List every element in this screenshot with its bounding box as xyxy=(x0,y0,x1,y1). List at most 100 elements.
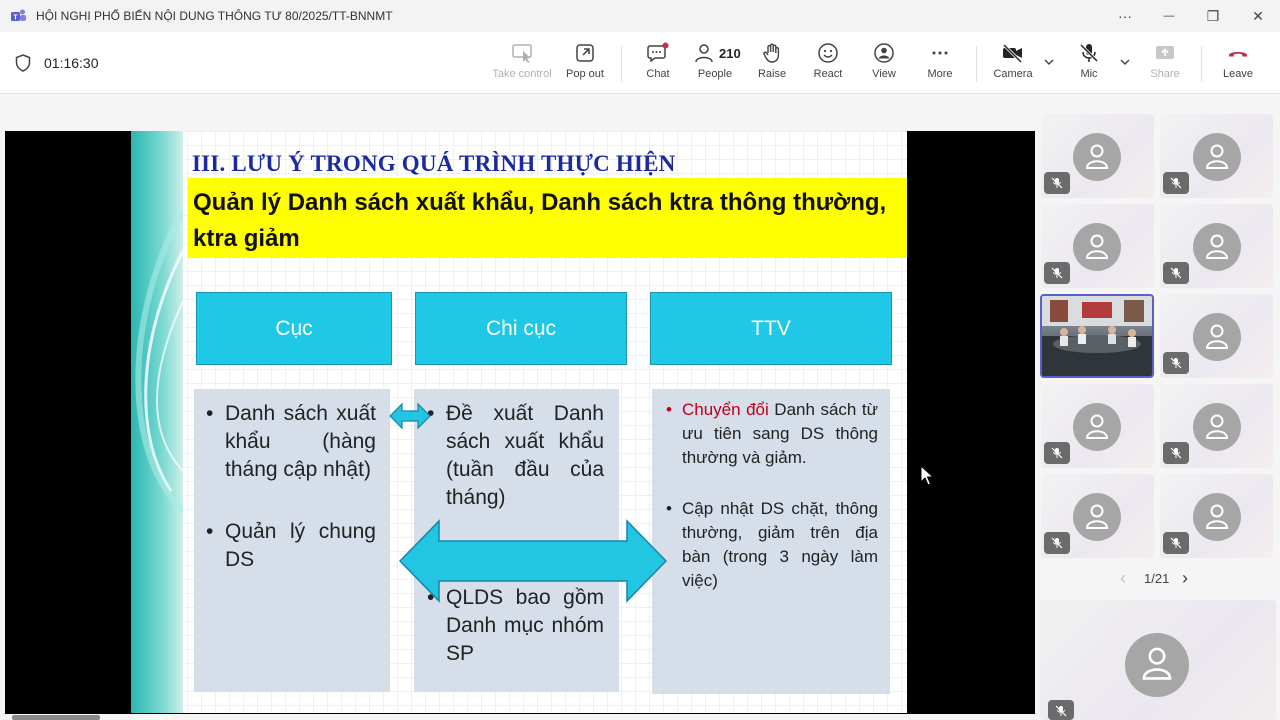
avatar xyxy=(1073,223,1121,271)
meeting-room-video xyxy=(1042,296,1152,376)
ttv-bullet-1-highlight: Chuyển đổi xyxy=(682,400,769,419)
restore-button[interactable]: ❐ xyxy=(1198,6,1228,26)
share-icon xyxy=(1156,46,1174,59)
person-icon xyxy=(1205,504,1229,529)
gallery-pager: ‹ 1/21 › xyxy=(1120,568,1200,590)
muted-mic-badge xyxy=(1163,262,1189,284)
ttv-bullet-1: • Chuyển đổi Danh sách từ ưu tiên sang D… xyxy=(666,400,878,467)
muted-mic-badge xyxy=(1048,700,1074,720)
person-icon xyxy=(1085,504,1109,529)
close-button[interactable]: ✕ xyxy=(1243,6,1273,26)
smiley-icon xyxy=(818,43,838,63)
small-double-arrow-icon xyxy=(389,402,431,430)
window-title: HỘI NGHỊ PHỔ BIẾN NỘI DUNG THÔNG TƯ 80/2… xyxy=(36,9,393,23)
chi-cuc-bullet-1: • Đề xuất Danh sách xuất khẩu (tuần đầu … xyxy=(427,402,604,509)
muted-mic-badge xyxy=(1044,262,1070,284)
participant-tile[interactable] xyxy=(1160,384,1273,468)
mic-off-icon xyxy=(1170,357,1182,369)
mic-button[interactable]: Mic xyxy=(1059,42,1119,88)
react-button[interactable]: React xyxy=(798,42,858,88)
share-button[interactable]: Share xyxy=(1135,42,1195,88)
gallery-next-button[interactable]: › xyxy=(1182,568,1188,588)
more-button[interactable]: More xyxy=(910,42,970,88)
avatar xyxy=(1073,133,1121,181)
camera-options-chevron-icon[interactable] xyxy=(1043,56,1055,68)
mic-off-icon xyxy=(1055,705,1067,717)
more-icon xyxy=(932,51,948,55)
mic-off-icon xyxy=(1170,177,1182,189)
mic-off-icon xyxy=(1170,537,1182,549)
mic-off-icon xyxy=(1170,267,1182,279)
participant-tile[interactable] xyxy=(1160,294,1273,378)
pop-out-button[interactable]: Pop out xyxy=(555,42,615,88)
minimize-button[interactable]: — xyxy=(1154,6,1184,26)
slide-subtitle: Quản lý Danh sách xuất khẩu, Danh sách k… xyxy=(193,189,887,252)
person-icon xyxy=(1205,234,1229,259)
leave-button[interactable]: Leave xyxy=(1208,42,1268,88)
camera-button[interactable]: Camera xyxy=(983,42,1043,88)
people-icon xyxy=(695,44,713,63)
person-icon xyxy=(1205,324,1229,349)
mouse-pointer-icon xyxy=(920,465,934,486)
ttv-bullet-2: • Cập nhật DS chặt, thông thường, giảm t… xyxy=(666,499,878,590)
person-icon xyxy=(1085,234,1109,259)
participant-tile[interactable] xyxy=(1041,114,1154,198)
person-icon xyxy=(1205,414,1229,439)
meeting-timer: 01:16:30 xyxy=(44,55,99,71)
bullet-dot: • xyxy=(666,400,672,419)
mic-options-chevron-icon[interactable] xyxy=(1119,56,1131,68)
avatar xyxy=(1193,493,1241,541)
avatar xyxy=(1193,403,1241,451)
hang-up-icon xyxy=(1229,52,1247,57)
avatar xyxy=(1073,403,1121,451)
column-header-cuc: Cục xyxy=(196,292,392,365)
participant-tile[interactable] xyxy=(1041,204,1154,288)
raise-hand-button[interactable]: Raise xyxy=(742,42,802,88)
avatar xyxy=(1193,133,1241,181)
person-icon xyxy=(1085,414,1109,439)
person-icon xyxy=(1085,144,1109,169)
mic-off-icon xyxy=(1051,447,1063,459)
participant-video-tile[interactable] xyxy=(1040,294,1154,378)
participant-tile[interactable] xyxy=(1160,114,1273,198)
avatar xyxy=(1193,313,1241,361)
cuc-bullet-2: • Quản lý chung DS xyxy=(206,520,376,571)
shared-slide: III. LƯU Ý TRONG QUÁ TRÌNH THỰC HIỆN Quả… xyxy=(131,131,907,713)
teams-app-icon: T xyxy=(11,9,26,22)
self-view-tile[interactable] xyxy=(1040,600,1276,720)
mic-off-icon xyxy=(1170,447,1182,459)
slide-swirl-decoration xyxy=(135,209,186,514)
people-button[interactable]: 210 People xyxy=(685,42,745,88)
mic-off-icon xyxy=(1051,177,1063,189)
participant-tile[interactable] xyxy=(1160,204,1273,288)
meeting-toolbar: 01:16:30 Take control Pop out Chat 210 P… xyxy=(0,32,1280,94)
window-more-button[interactable]: ··· xyxy=(1110,6,1140,26)
avatar xyxy=(1125,633,1189,697)
participant-tile[interactable] xyxy=(1160,474,1273,558)
muted-mic-badge xyxy=(1044,172,1070,194)
mic-off-icon xyxy=(1051,537,1063,549)
muted-mic-badge xyxy=(1163,532,1189,554)
participant-tile[interactable] xyxy=(1041,384,1154,468)
chat-button[interactable]: Chat xyxy=(628,42,688,88)
bullet-dot: • xyxy=(206,520,214,543)
gallery-prev-button[interactable]: ‹ xyxy=(1120,568,1126,588)
pop-out-icon xyxy=(576,44,594,62)
raise-hand-icon xyxy=(763,43,780,63)
participant-tile[interactable] xyxy=(1041,474,1154,558)
bullet-dot: • xyxy=(206,402,214,425)
muted-mic-badge xyxy=(1163,352,1189,374)
camera-off-icon xyxy=(1002,43,1023,64)
muted-mic-badge xyxy=(1163,172,1189,194)
column-header-ttv: TTV xyxy=(650,292,892,365)
horizontal-scrollbar[interactable] xyxy=(12,715,100,720)
slide-heading: III. LƯU Ý TRONG QUÁ TRÌNH THỰC HIỆN xyxy=(192,151,676,176)
muted-mic-badge xyxy=(1163,442,1189,464)
people-count: 210 xyxy=(719,46,741,61)
column-header-chi-cuc: Chi cục xyxy=(415,292,627,365)
avatar xyxy=(1193,223,1241,271)
shield-icon xyxy=(15,54,31,72)
view-button[interactable]: View xyxy=(854,42,914,88)
muted-mic-badge xyxy=(1044,442,1070,464)
take-control-button[interactable]: Take control xyxy=(492,42,552,88)
